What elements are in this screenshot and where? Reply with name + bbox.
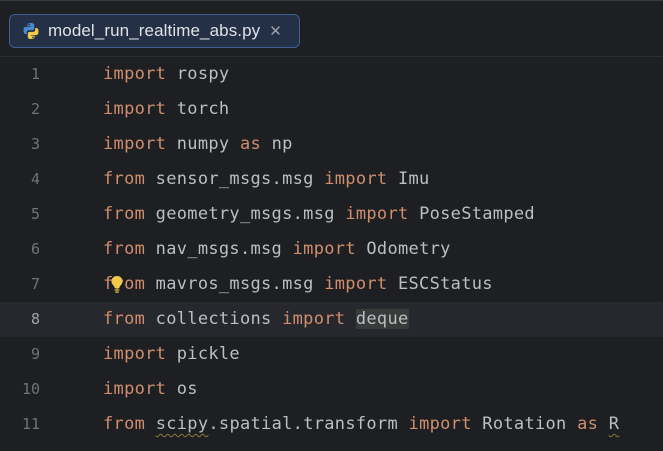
code-line[interactable]: 5 from geometry_msgs.msg import PoseStamp… <box>0 197 663 232</box>
keyword-token: import <box>345 204 409 224</box>
line-number: 9 <box>30 345 40 363</box>
code-line[interactable]: 9 import pickle <box>0 337 663 372</box>
line-number: 10 <box>21 380 40 398</box>
keyword-token: import <box>324 274 388 294</box>
keyword-token: from <box>103 414 146 434</box>
line-number: 2 <box>30 100 40 118</box>
code-token: nav_msgs.msg <box>145 239 293 259</box>
code-text[interactable]: from nav_msgs.msg import Odometry <box>103 232 451 267</box>
code-text[interactable]: from mavros_msgs.msg import ESCStatus <box>103 267 493 302</box>
keyword-token: import <box>408 414 472 434</box>
file-tab[interactable]: model_run_realtime_abs.py ✕ <box>9 14 300 48</box>
keyword-token: import <box>103 99 167 119</box>
code-token: pickle <box>166 344 240 364</box>
line-number: 5 <box>30 205 40 223</box>
code-text[interactable]: import os <box>103 372 198 407</box>
keyword-token: import <box>292 239 356 259</box>
keyword-token: import <box>103 64 167 84</box>
code-token: deque <box>355 309 409 329</box>
code-line[interactable]: 11 from scipy.spatial.transform import Ro… <box>0 407 663 442</box>
line-number: 11 <box>21 415 40 433</box>
lightbulb-icon[interactable] <box>110 275 124 294</box>
line-number: 8 <box>30 310 40 328</box>
keyword-token: as <box>239 134 262 154</box>
code-token: ESCStatus <box>387 274 493 294</box>
code-token: Rotation <box>471 414 578 434</box>
code-text[interactable]: import numpy as np <box>103 127 293 162</box>
keyword-token: from <box>103 309 146 329</box>
line-number: 4 <box>30 170 40 188</box>
line-number: 1 <box>30 65 40 83</box>
code-token: .spatial.transform <box>208 414 409 434</box>
keyword-token: import <box>103 379 167 399</box>
code-text[interactable]: from geometry_msgs.msg import PoseStampe… <box>103 197 535 232</box>
code-token: R <box>608 414 620 434</box>
close-icon[interactable]: ✕ <box>269 23 282 39</box>
code-line[interactable]: 4 from sensor_msgs.msg import Imu <box>0 162 663 197</box>
code-line[interactable]: 10 import os <box>0 372 663 407</box>
code-text[interactable]: from sensor_msgs.msg import Imu <box>103 162 430 197</box>
python-icon <box>22 22 40 40</box>
tab-filename: model_run_realtime_abs.py <box>48 21 261 40</box>
keyword-token: import <box>103 134 167 154</box>
code-token: scipy <box>155 414 209 434</box>
line-number: 7 <box>30 275 40 293</box>
code-token: PoseStamped <box>408 204 535 224</box>
line-number: 3 <box>30 135 40 153</box>
code-text[interactable]: import pickle <box>103 337 240 372</box>
code-token: sensor_msgs.msg <box>145 169 325 189</box>
code-text[interactable]: from scipy.spatial.transform import Rota… <box>103 407 619 442</box>
code-line[interactable]: 7 from mavros_msgs.msg import ESCStatus <box>0 267 663 302</box>
code-text[interactable]: from collections import deque <box>103 302 409 337</box>
code-line[interactable]: 2 import torch <box>0 92 663 127</box>
line-number: 6 <box>30 240 40 258</box>
code-token: geometry_msgs.msg <box>145 204 346 224</box>
editor-tab-bar: model_run_realtime_abs.py ✕ <box>0 0 663 57</box>
code-token: torch <box>166 99 230 119</box>
keyword-token: import <box>324 169 388 189</box>
code-token: os <box>166 379 198 399</box>
keyword-token: from <box>103 239 146 259</box>
code-token: numpy <box>166 134 240 154</box>
code-token: Odometry <box>355 239 451 259</box>
code-line[interactable]: 8 from collections import deque <box>0 302 663 337</box>
code-token: collections <box>145 309 283 329</box>
keyword-token: as <box>577 414 599 434</box>
code-token: np <box>261 134 293 154</box>
keyword-token: import <box>282 309 346 329</box>
code-token: Imu <box>387 169 430 189</box>
code-text[interactable]: import torch <box>103 92 229 127</box>
code-line[interactable]: 3 import numpy as np <box>0 127 663 162</box>
code-text[interactable]: import rospy <box>103 57 229 92</box>
code-editor[interactable]: 1 import rospy 2 import torch 3 import numpy … <box>0 57 663 451</box>
code-line[interactable]: 1 import rospy <box>0 57 663 92</box>
code-token: mavros_msgs.msg <box>145 274 325 294</box>
code-token: rospy <box>166 64 230 84</box>
keyword-token: import <box>103 344 167 364</box>
code-line[interactable]: 6 from nav_msgs.msg import Odometry <box>0 232 663 267</box>
keyword-token: from <box>103 169 146 189</box>
keyword-token: from <box>103 204 146 224</box>
